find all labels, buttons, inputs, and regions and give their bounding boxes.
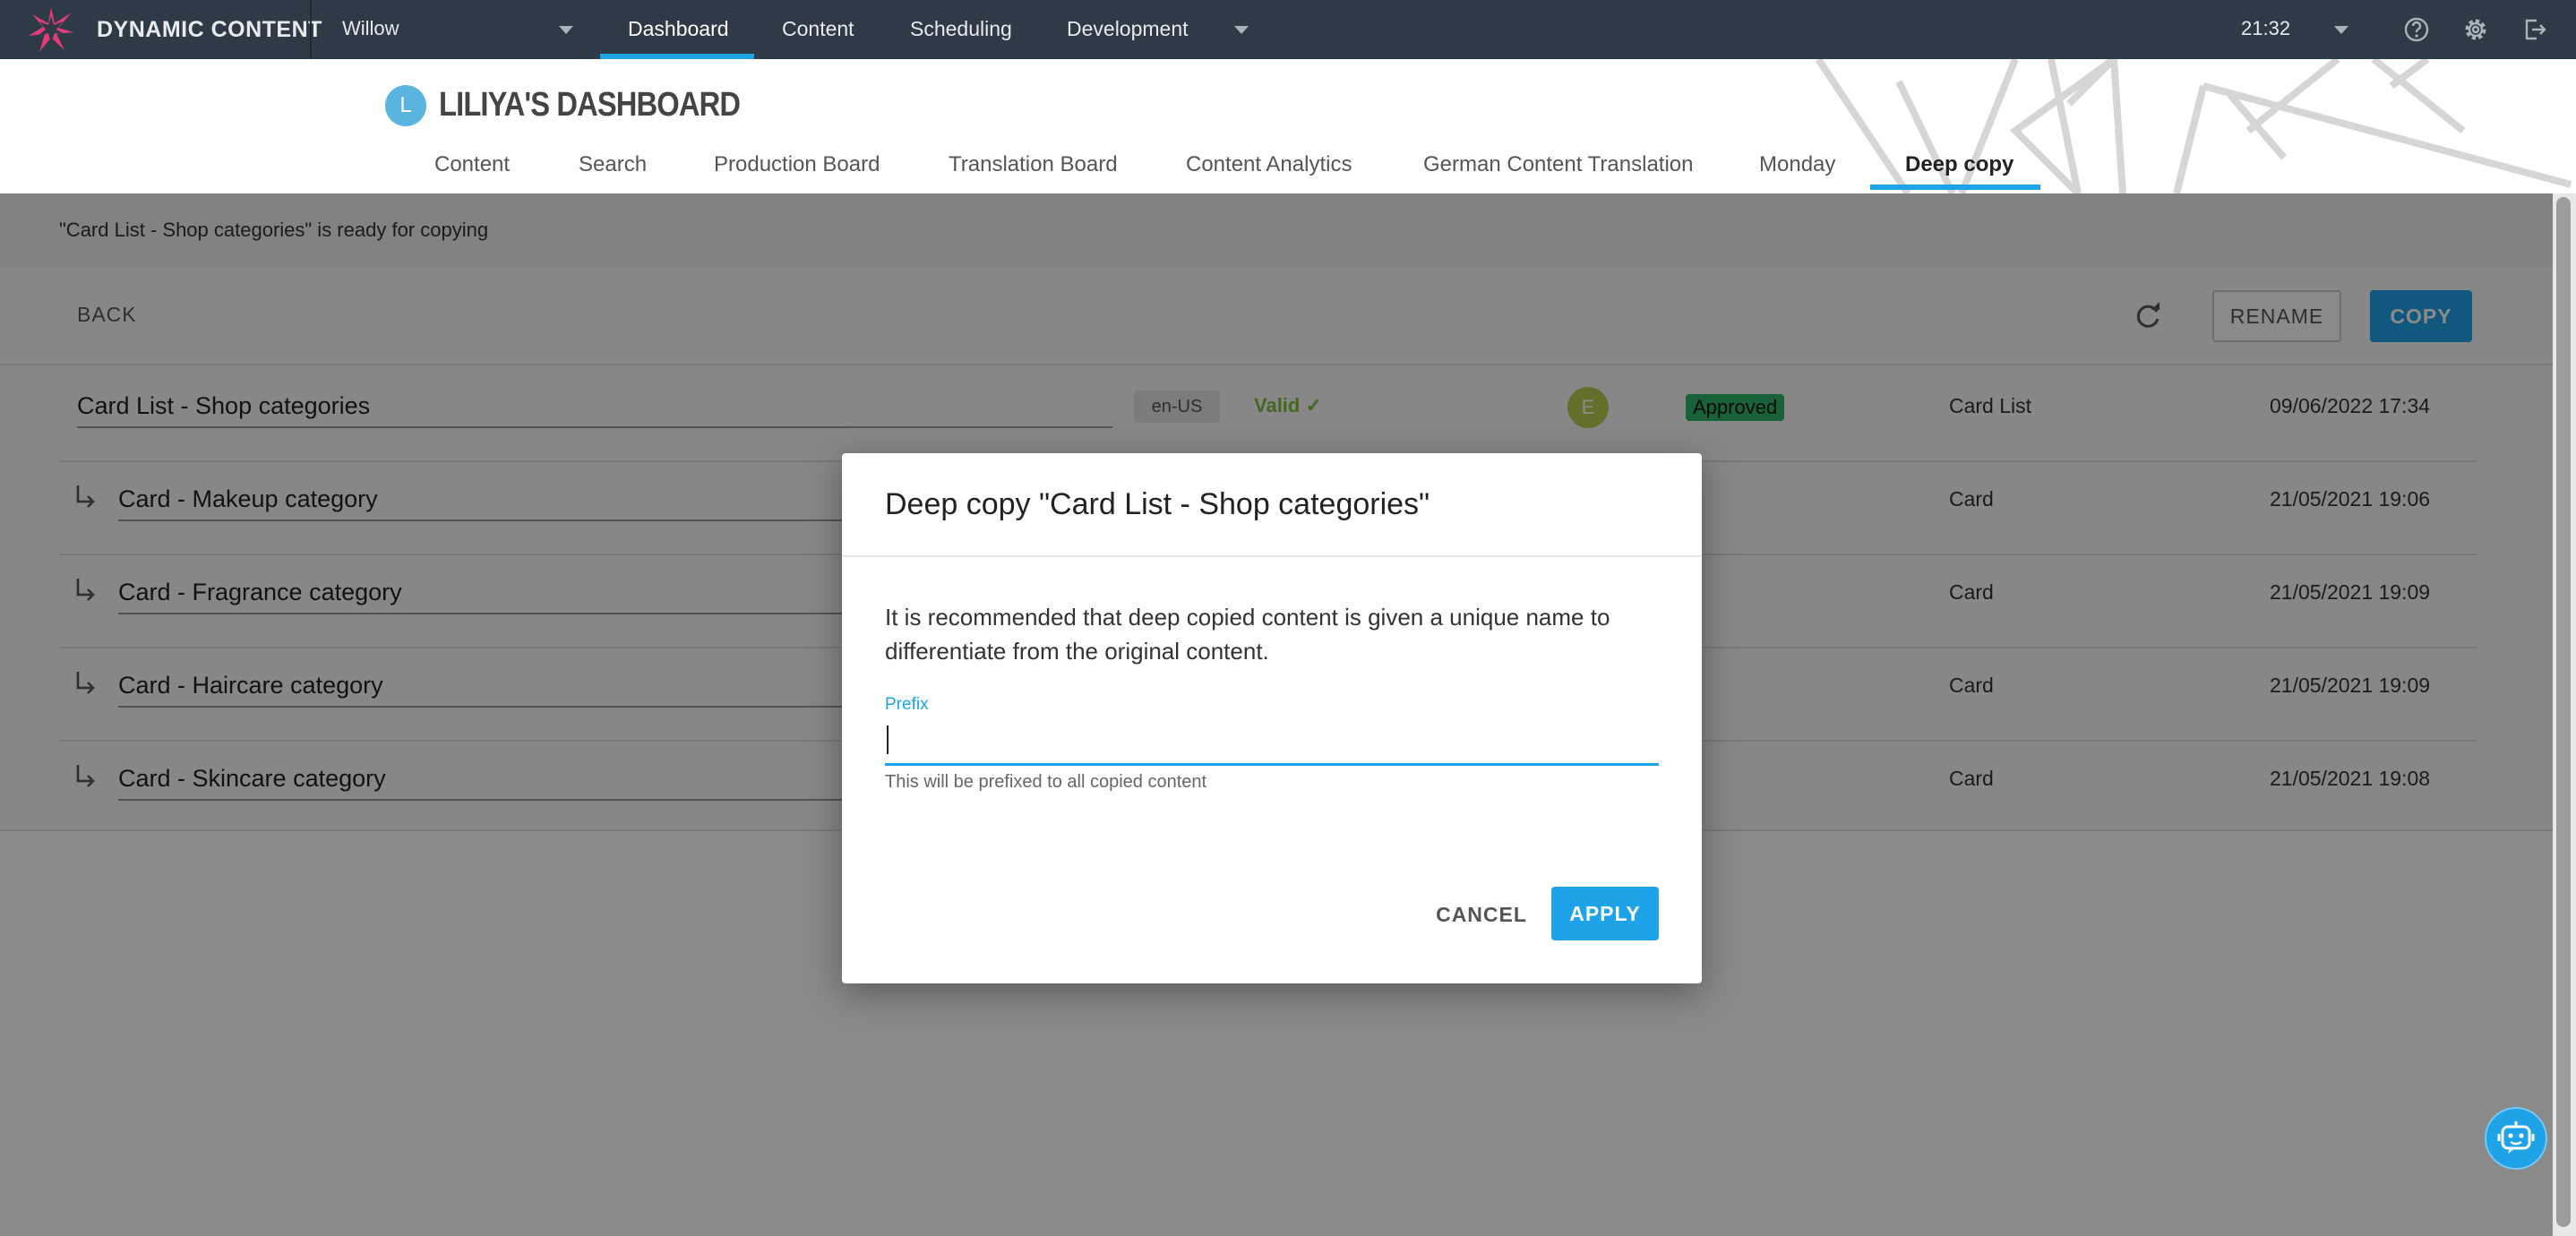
prefix-hint: This will be prefixed to all copied cont… bbox=[885, 772, 1207, 792]
nav-scheduling[interactable]: Scheduling bbox=[910, 17, 1012, 41]
dialog-divider bbox=[842, 555, 1702, 557]
nav-content[interactable]: Content bbox=[782, 17, 854, 41]
hub-selector[interactable]: Willow bbox=[342, 17, 399, 40]
nav-active-indicator bbox=[600, 54, 754, 59]
tab-monday[interactable]: Monday bbox=[1759, 152, 1835, 177]
scrollbar-thumb[interactable] bbox=[2556, 197, 2571, 1227]
dialog-message: It is recommended that deep copied conte… bbox=[885, 604, 1610, 665]
settings-icon[interactable] bbox=[2461, 15, 2490, 44]
logout-icon[interactable] bbox=[2520, 15, 2549, 44]
nav-development[interactable]: Development bbox=[1067, 17, 1189, 41]
dashboard-avatar: L bbox=[385, 85, 426, 126]
top-navigation-bar: DYNAMIC CONTENT Willow Dashboard Content… bbox=[0, 0, 2576, 59]
chatbot-icon[interactable] bbox=[2485, 1107, 2547, 1170]
prefix-label: Prefix bbox=[885, 695, 929, 714]
nav-dashboard[interactable]: Dashboard bbox=[628, 17, 729, 41]
tab-active-indicator bbox=[1870, 185, 2040, 190]
tab-deep-copy[interactable]: Deep copy bbox=[1905, 152, 2014, 177]
hub-chevron-down-icon[interactable] bbox=[559, 26, 573, 34]
clock-chevron-down-icon[interactable] bbox=[2334, 26, 2348, 34]
brand-name: DYNAMIC CONTENT bbox=[97, 17, 322, 42]
development-chevron-down-icon[interactable] bbox=[1234, 26, 1249, 34]
clock-display[interactable]: 21:32 bbox=[2241, 17, 2290, 40]
tab-translation-board[interactable]: Translation Board bbox=[949, 152, 1118, 177]
topbar-divider bbox=[310, 0, 312, 59]
help-icon[interactable] bbox=[2402, 15, 2431, 44]
decorative-star-pattern bbox=[1815, 59, 2572, 193]
tab-content[interactable]: Content bbox=[434, 152, 510, 177]
tab-german-content-translation[interactable]: German Content Translation bbox=[1423, 152, 1694, 177]
page-title: LILIYA'S DASHBOARD bbox=[439, 86, 741, 124]
dynamic-content-logo-icon bbox=[29, 7, 73, 52]
page-scrollbar[interactable] bbox=[2553, 193, 2576, 1236]
text-cursor bbox=[887, 725, 889, 754]
tab-search[interactable]: Search bbox=[579, 152, 647, 177]
apply-button[interactable]: APPLY bbox=[1551, 887, 1659, 940]
tab-content-analytics[interactable]: Content Analytics bbox=[1186, 152, 1352, 177]
deep-copy-dialog: Deep copy "Card List - Shop categories" … bbox=[842, 453, 1702, 983]
cancel-button[interactable]: CANCEL bbox=[1430, 888, 1533, 940]
prefix-input[interactable] bbox=[885, 718, 1659, 766]
tab-production-board[interactable]: Production Board bbox=[714, 152, 880, 177]
dialog-title: Deep copy "Card List - Shop categories" bbox=[885, 487, 1430, 521]
